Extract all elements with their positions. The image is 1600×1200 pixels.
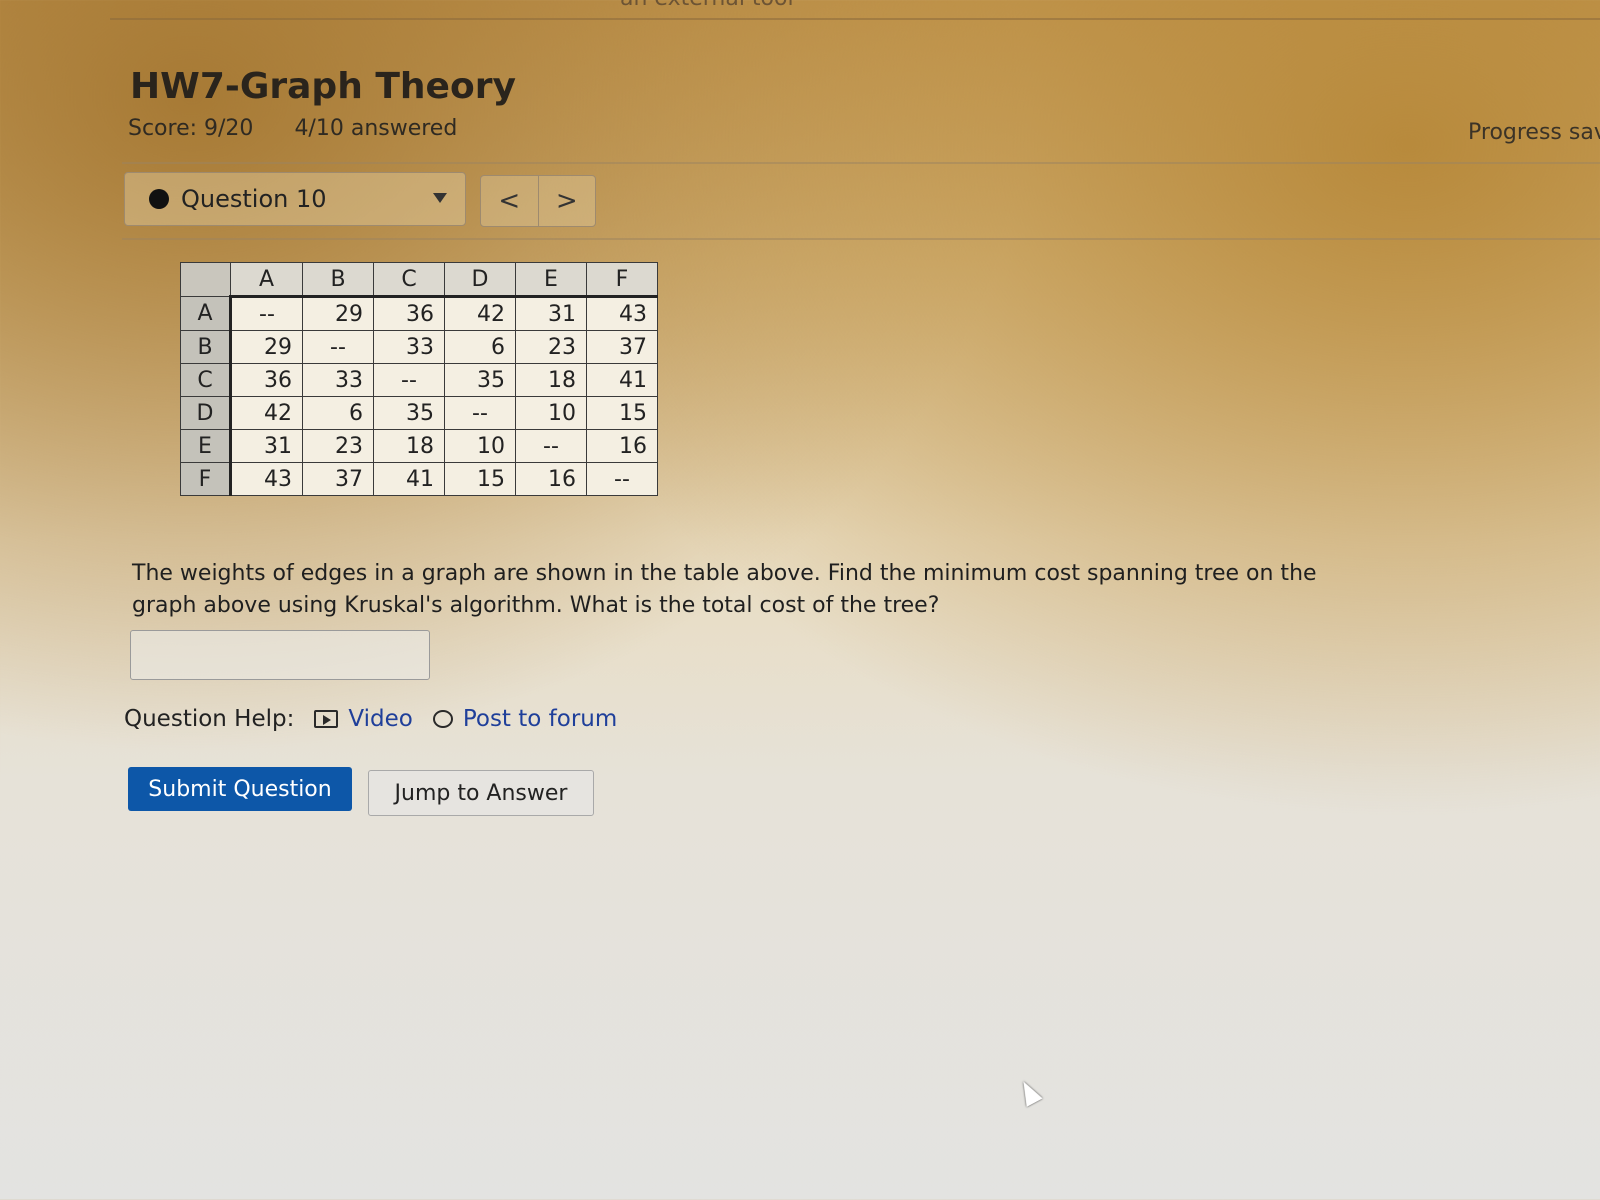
table-cell: -- [302,330,374,364]
table-cell: 43 [586,296,658,331]
column-header: C [373,262,445,298]
video-icon [314,710,339,728]
jump-to-answer-button[interactable]: Jump to Answer [368,770,594,816]
question-select[interactable]: Question 10 [124,172,466,226]
progress-saved-status: Progress save [1468,120,1600,145]
header-divider [122,162,1600,164]
row-header: F [180,462,232,496]
top-divider [110,18,1600,20]
question-help-label: Question Help: [124,706,295,732]
table-corner-cell [180,262,231,297]
question-nav-group: < > [480,175,596,227]
table-cell: 37 [586,330,658,364]
column-header: D [444,262,516,298]
question-help: Question Help: Video Post to forum [124,706,617,732]
table-cell: 35 [373,396,445,430]
table-row: C 36 33 -- 35 18 41 [180,363,658,397]
row-header: D [180,396,232,430]
table-row: D 42 6 35 -- 10 15 [180,396,658,430]
table-cell: -- [515,429,587,463]
previous-question-button[interactable]: < [481,176,539,226]
table-cell: 31 [230,429,303,463]
score-row: Score: 9/20 4/10 answered [128,116,491,141]
column-header: B [302,262,374,298]
table-cell: 41 [373,462,445,496]
table-cell: 42 [230,396,303,430]
forum-link-label: Post to forum [462,706,618,732]
score-text: Score: 9/20 [128,116,254,141]
column-header: E [515,262,587,298]
table-cell: -- [586,462,658,496]
table-row: F 43 37 41 15 16 -- [180,462,658,496]
answered-count: 4/10 answered [294,116,458,141]
table-cell: 15 [586,396,658,430]
column-header: F [586,262,658,298]
table-cell: 33 [302,363,374,397]
table-cell: 37 [302,462,374,496]
table-header-row: A B C D E F [180,262,658,298]
video-link-label: Video [348,706,413,732]
table-cell: 23 [302,429,374,463]
table-cell: 15 [444,462,516,496]
table-row: B 29 -- 33 6 23 37 [180,330,658,364]
answer-input[interactable] [130,630,430,680]
table-cell: 29 [230,330,303,364]
row-header: A [180,296,232,331]
table-cell: 31 [515,296,587,331]
next-question-button[interactable]: > [539,176,596,226]
mouse-cursor-icon [1015,1077,1043,1107]
row-header: C [180,363,232,397]
table-cell: 33 [373,330,445,364]
table-row: A -- 29 36 42 31 43 [180,296,658,331]
table-cell: 16 [515,462,587,496]
table-cell: 6 [302,396,374,430]
table-cell: 43 [230,462,303,496]
table-cell: 42 [444,296,516,331]
table-cell: 35 [444,363,516,397]
external-tool-caption: an external tool [620,0,794,11]
question-select-label: Question 10 [181,185,327,213]
table-cell: -- [373,363,445,397]
question-prompt: The weights of edges in a graph are show… [132,561,1317,618]
nav-divider [122,238,1600,240]
table-cell: 16 [586,429,658,463]
table-cell: 41 [586,363,658,397]
table-cell: 10 [444,429,516,463]
table-cell: 29 [302,296,374,331]
post-to-forum-link[interactable]: Post to forum [432,706,618,732]
table-cell: 18 [515,363,587,397]
table-cell: 36 [373,296,445,331]
row-header: E [180,429,232,463]
column-header: A [230,262,303,298]
speech-bubble-icon [432,710,453,728]
table-cell: 23 [515,330,587,364]
video-link[interactable]: Video [314,706,413,732]
table-row: E 31 23 18 10 -- 16 [180,429,658,463]
chevron-down-icon [433,193,447,203]
question-status-dot-icon [149,189,169,209]
table-cell: 36 [230,363,303,397]
table-cell: 10 [515,396,587,430]
table-cell: -- [444,396,516,430]
submit-question-button[interactable]: Submit Question [128,767,352,811]
table-cell: 18 [373,429,445,463]
edge-weight-table: A B C D E F A -- 29 36 42 31 43 B 29 -- … [180,262,658,496]
page-title: HW7-Graph Theory [130,66,516,107]
table-cell: 6 [444,330,516,364]
row-header: B [180,330,232,364]
table-cell: -- [230,296,303,331]
